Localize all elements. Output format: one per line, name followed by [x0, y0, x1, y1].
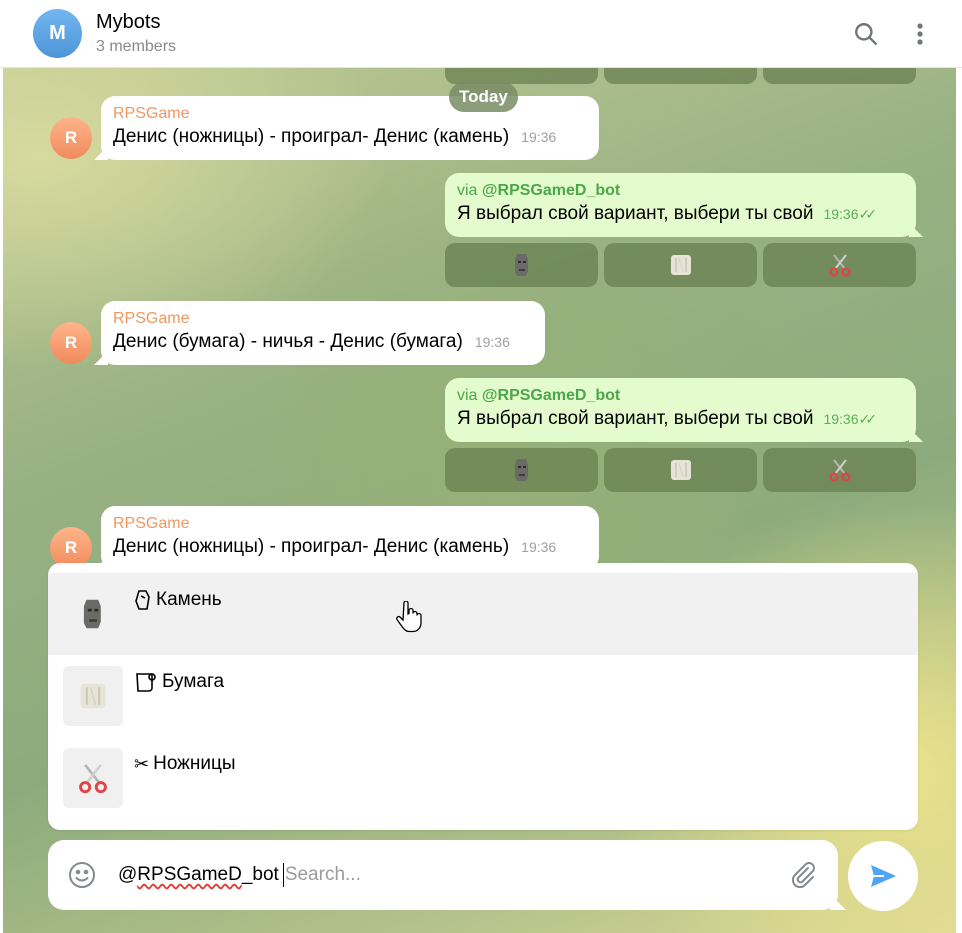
spellcheck-underline: RPSGameD — [137, 864, 242, 885]
rock-icon — [135, 590, 150, 610]
message-bubble[interactable]: via @RPSGameD_bot Я выбрал свой вариант,… — [445, 378, 916, 442]
more-menu-button[interactable] — [900, 14, 940, 54]
sender-name[interactable]: RPSGame — [113, 309, 533, 329]
date-separator: Today — [449, 82, 518, 112]
keyboard-button-scissors[interactable] — [763, 448, 916, 492]
chat-title[interactable]: Mybots — [96, 11, 160, 34]
message-bubble[interactable]: RPSGame Денис (ножницы) - проиграл- Дени… — [101, 96, 599, 160]
send-icon — [871, 865, 896, 887]
inline-results-panel: Камень Бумага ✂ Ножницы — [48, 563, 918, 830]
chat-avatar[interactable]: M — [33, 9, 82, 58]
message-text: Я выбрал свой вариант, выбери ты свой — [457, 203, 814, 224]
message-bubble[interactable]: RPSGame Денис (ножницы) - проиграл- Дени… — [101, 506, 599, 570]
inline-keyboard — [445, 68, 916, 84]
emoji-button[interactable] — [66, 859, 98, 896]
keyboard-button-rock[interactable] — [445, 243, 598, 287]
smile-icon — [69, 862, 95, 888]
input-placeholder: Search... — [284, 864, 361, 885]
via-bot-label: via @RPSGameD_bot — [457, 182, 621, 199]
read-check-icon: ✓✓ — [858, 411, 878, 427]
moai-icon — [83, 599, 101, 629]
hand-cursor-icon — [396, 601, 422, 633]
result-thumbnail — [63, 584, 123, 644]
search-icon — [855, 23, 877, 45]
result-label: Ножницы — [153, 753, 236, 774]
sender-name[interactable]: RPSGame — [113, 104, 587, 124]
via-bot-link[interactable]: @RPSGameD_bot — [482, 387, 620, 404]
text-caret — [282, 863, 284, 887]
sender-avatar[interactable]: R — [50, 322, 92, 364]
message-bubble[interactable]: RPSGame Денис (бумага) - ничья - Денис (… — [101, 301, 545, 365]
moai-icon — [514, 459, 528, 481]
toilet-paper-icon — [670, 460, 691, 480]
toilet-paper-icon — [670, 255, 691, 275]
keyboard-button[interactable] — [763, 68, 916, 84]
message-text: Я выбрал свой вариант, выбери ты свой — [457, 408, 814, 429]
more-vertical-icon — [917, 23, 923, 45]
send-button[interactable] — [848, 841, 918, 911]
scissors-icon — [79, 764, 107, 794]
keyboard-button-paper[interactable] — [604, 448, 757, 492]
result-thumbnail — [63, 666, 123, 726]
paperclip-icon — [791, 862, 815, 889]
inline-result-scissors[interactable]: ✂ Ножницы — [48, 737, 918, 819]
moai-icon — [514, 254, 528, 276]
read-check-icon: ✓✓ — [858, 206, 878, 222]
inline-result-paper[interactable]: Бумага — [48, 655, 918, 737]
keyboard-button-rock[interactable] — [445, 448, 598, 492]
message-time: 19:36 — [823, 206, 859, 222]
attach-button[interactable] — [788, 860, 818, 895]
message-time: 19:36 — [521, 129, 557, 145]
message-time: 19:36 — [521, 539, 557, 555]
keyboard-button-paper[interactable] — [604, 243, 757, 287]
result-label: Камень — [156, 589, 222, 610]
member-count: 3 members — [96, 38, 177, 55]
keyboard-button-scissors[interactable] — [763, 243, 916, 287]
result-label: Бумага — [162, 671, 225, 692]
search-button[interactable] — [846, 14, 886, 54]
inline-keyboard — [445, 243, 916, 287]
sender-avatar[interactable]: R — [50, 117, 92, 159]
paper-icon — [136, 673, 156, 692]
inline-result-rock[interactable]: Камень — [48, 573, 918, 655]
message-bubble[interactable]: via @RPSGameD_bot Я выбрал свой вариант,… — [445, 173, 916, 237]
message-time: 19:36 — [823, 411, 859, 427]
sender-name[interactable]: RPSGame — [113, 514, 587, 534]
via-bot-label: via @RPSGameD_bot — [457, 387, 621, 404]
scissors-icon — [828, 459, 851, 482]
chat-header: M Mybots 3 members — [0, 0, 962, 68]
toilet-paper-icon — [80, 683, 106, 709]
inline-keyboard — [445, 448, 916, 492]
message-text: Денис (ножницы) - проиграл- Денис (камен… — [113, 536, 510, 557]
message-text: Денис (бумага) - ничья - Денис (бумага) — [113, 331, 463, 352]
message-time: 19:36 — [474, 334, 510, 350]
scissors-icon — [828, 254, 851, 277]
via-bot-link[interactable]: @RPSGameD_bot — [482, 182, 620, 199]
result-thumbnail — [63, 748, 123, 808]
message-text: Денис (ножницы) - проиграл- Денис (камен… — [113, 126, 510, 147]
scissors-icon: ✂ — [134, 753, 150, 775]
keyboard-button[interactable] — [604, 68, 757, 84]
message-composer: @RPSGameD_bot Search... — [48, 840, 838, 910]
message-input[interactable]: @RPSGameD_bot Search... — [118, 863, 361, 887]
input-value: @RPSGameD_bot — [118, 864, 279, 885]
